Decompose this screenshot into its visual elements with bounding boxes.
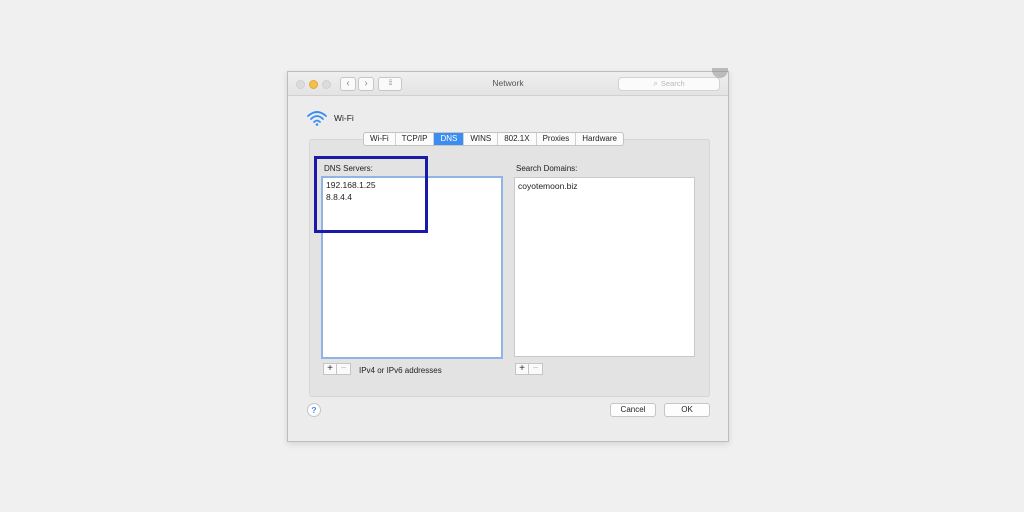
ok-button[interactable]: OK [664,403,710,417]
search-icon: ⌕ [653,79,658,88]
tab-wins[interactable]: WINS [464,133,499,145]
remove-search-domain-button[interactable]: − [529,363,543,375]
tab-proxies[interactable]: Proxies [537,133,577,145]
corner-decoration [712,68,728,78]
title-bar: ‹ › ⁞⁞⁞ Network ⌕ Search [288,68,728,96]
tab-hardware[interactable]: Hardware [576,133,623,145]
tab-8021x[interactable]: 802.1X [498,133,537,145]
tab-dns[interactable]: DNS [434,133,465,145]
help-button[interactable]: ? [307,403,321,417]
dns-add-remove-controls: + − [323,363,351,375]
tab-tcpip[interactable]: TCP/IP [396,133,435,145]
search-domains-label: Search Domains: [516,164,578,173]
search-domains-list[interactable]: coyotemoon.biz [514,177,695,357]
search-placeholder: Search [660,79,685,88]
cancel-button[interactable]: Cancel [610,403,656,417]
dns-hint-text: IPv4 or IPv6 addresses [359,366,442,375]
search-field[interactable]: ⌕ Search [618,77,720,91]
interface-name: Wi-Fi [334,113,354,123]
add-search-domain-button[interactable]: + [515,363,529,375]
annotation-highlight-box [314,156,428,233]
network-preferences-window: ‹ › ⁞⁞⁞ Network ⌕ Search Wi-Fi Wi-Fi TCP/… [287,68,729,442]
wifi-icon [307,111,327,126]
question-mark-icon: ? [311,405,317,415]
search-domain-entry[interactable]: coyotemoon.biz [515,180,694,192]
tab-wifi[interactable]: Wi-Fi [364,133,396,145]
add-dns-server-button[interactable]: + [323,363,337,375]
tab-bar: Wi-Fi TCP/IP DNS WINS 802.1X Proxies Har… [363,132,624,146]
remove-dns-server-button[interactable]: − [337,363,351,375]
domain-add-remove-controls: + − [515,363,543,375]
